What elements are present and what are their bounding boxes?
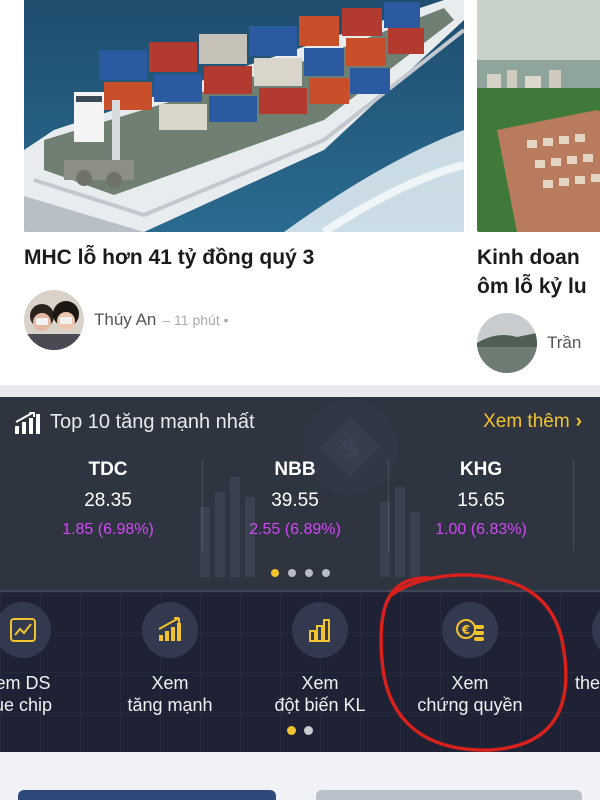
stock-divider [388, 459, 389, 551]
stock-change: 1.00 (6.83%) [435, 521, 527, 538]
action-top-gainers[interactable]: Xem tăng mạnh [95, 602, 245, 716]
author-avatar [24, 290, 84, 350]
action-label[interactable]: Xem đột biến KL [245, 672, 395, 716]
page-dot-active[interactable] [287, 726, 296, 735]
stock-change: 2.55 (6.89%) [249, 521, 341, 538]
svg-text:€: € [461, 623, 470, 637]
stock-divider [202, 459, 203, 551]
author-avatar-second [477, 313, 537, 373]
stock-code: NBB [274, 459, 316, 480]
bluechip-chart-icon[interactable] [0, 602, 51, 658]
author-name-second[interactable]: Trần [547, 333, 581, 353]
page-dot[interactable] [287, 569, 296, 577]
stock-page-indicator [0, 569, 600, 577]
stock-change: 1.85 (6.98%) [62, 521, 154, 538]
page-dot[interactable] [321, 569, 330, 577]
news-card-second[interactable]: Kinh doan ôm lỗ kỷ lu Trần [477, 0, 600, 373]
rising-chart-icon[interactable] [142, 602, 198, 658]
see-more-label[interactable]: Xem thêm [483, 411, 570, 433]
stock-code: TDC [88, 459, 128, 480]
stock-price: 39.55 [271, 490, 319, 511]
news-thumbnail-container-ship[interactable] [24, 0, 464, 232]
action-partial[interactable]: the [545, 602, 600, 694]
action-label[interactable]: em DS ue chip [0, 672, 98, 716]
peek-card-right[interactable] [316, 790, 582, 800]
action-warrants[interactable]: € Xem chứng quyền [395, 602, 545, 716]
stock-divider [573, 459, 574, 551]
news-headline-line-2[interactable]: ôm lỗ kỷ lu [477, 272, 600, 301]
author-row-second: Trần [477, 313, 600, 373]
page-dot[interactable] [304, 726, 313, 735]
stock-item-khg[interactable]: KHG 15.65 1.00 (6.83%) [391, 459, 571, 539]
euro-coins-icon[interactable]: € [442, 602, 498, 658]
stock-list: TDC 28.35 1.85 (6.98%) NBB 39.55 2.55 (6… [0, 459, 600, 559]
news-card-mhc[interactable]: MHC lỗ hơn 41 tỷ đồng quý 3 Thúy An – 11… [24, 0, 464, 350]
top-gainers-panel: $ Top 10 tăng mạnh nhất Xem thêm › TDC 2… [0, 397, 600, 590]
author-name[interactable]: Thúy An [94, 310, 156, 330]
stock-item-tdc[interactable]: TDC 28.35 1.85 (6.98%) [18, 459, 198, 539]
news-headline[interactable]: MHC lỗ hơn 41 tỷ đồng quý 3 [24, 243, 464, 272]
stock-code: KHG [459, 459, 503, 480]
rising-bars-icon [15, 411, 40, 434]
action-bluechip[interactable]: em DS ue chip [0, 602, 98, 716]
news-headline-line-1[interactable]: Kinh doan [477, 243, 600, 272]
action-label[interactable]: the [545, 672, 600, 694]
actions-page-indicator [0, 726, 600, 735]
action-volume-spike[interactable]: Xem đột biến KL [245, 602, 395, 716]
partial-icon[interactable] [592, 602, 600, 658]
news-carousel: MHC lỗ hơn 41 tỷ đồng quý 3 Thúy An – 11… [0, 0, 600, 385]
panel-header: Top 10 tăng mạnh nhất [14, 411, 255, 434]
page-dot-active[interactable] [270, 569, 279, 577]
panel-title: Top 10 tăng mạnh nhất [50, 411, 255, 433]
news-thumbnail-aerial[interactable] [477, 0, 600, 232]
see-more-link[interactable]: Xem thêm › [483, 411, 582, 433]
stock-price: 15.65 [457, 490, 505, 511]
quick-actions-panel: em DS ue chip Xem tăng mạnh [0, 592, 600, 752]
app-screen: MHC lỗ hơn 41 tỷ đồng quý 3 Thúy An – 11… [0, 0, 600, 800]
section-divider [0, 385, 600, 397]
author-row: Thúy An – 11 phút • [24, 290, 464, 350]
stock-item-nbb[interactable]: NBB 39.55 2.55 (6.89%) [205, 459, 385, 539]
publish-time: – 11 phút • [162, 312, 229, 328]
chevron-right-icon[interactable]: › [576, 411, 582, 433]
next-section-peek [0, 752, 600, 800]
volume-bars-icon[interactable] [292, 602, 348, 658]
peek-card-left[interactable] [18, 790, 276, 800]
stock-price: 28.35 [84, 490, 132, 511]
action-label[interactable]: Xem chứng quyền [395, 672, 545, 716]
action-label[interactable]: Xem tăng mạnh [95, 672, 245, 716]
page-dot[interactable] [304, 569, 313, 577]
